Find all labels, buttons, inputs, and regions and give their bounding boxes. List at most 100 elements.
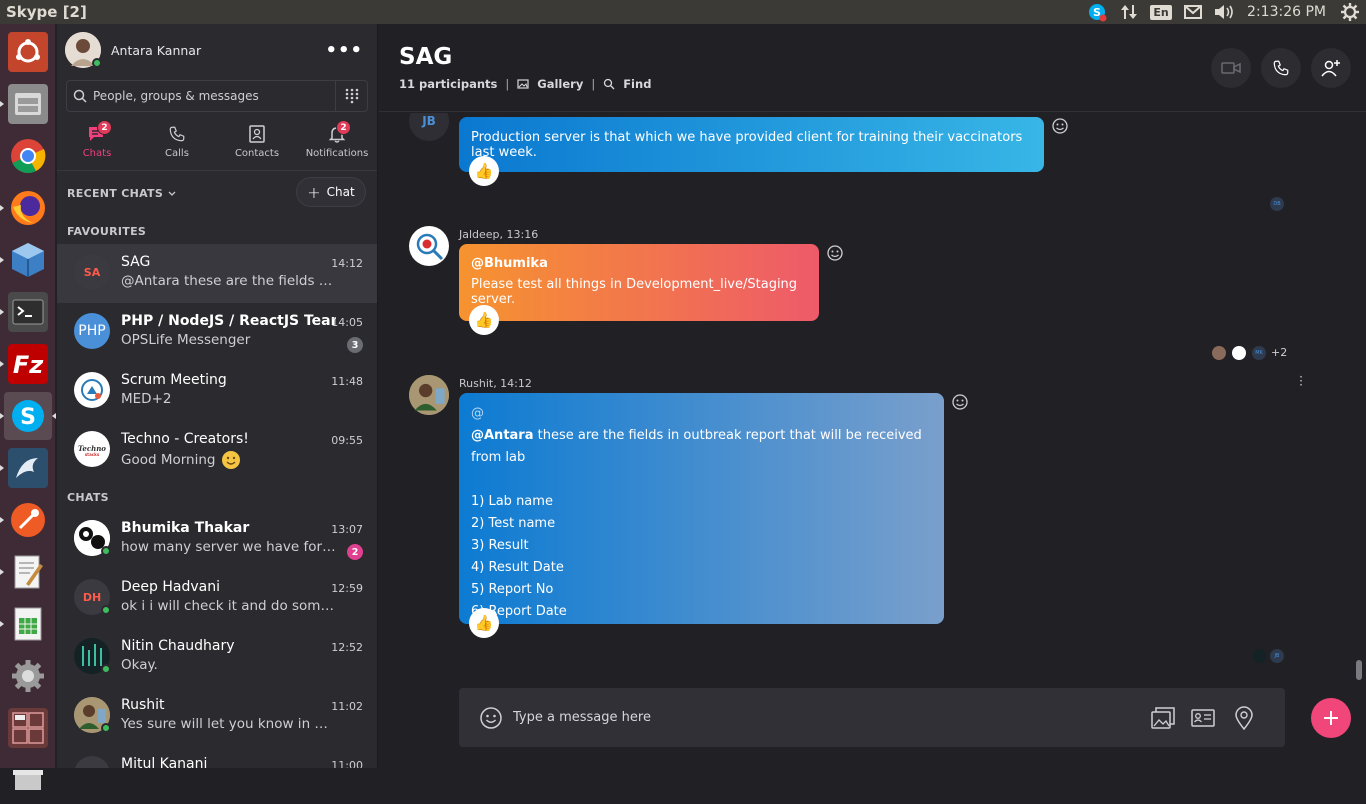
- tab-contacts[interactable]: Contacts: [217, 120, 297, 170]
- sender-name: Jaldeep, 13:16: [459, 228, 539, 241]
- profile-section[interactable]: Antara Kannar: [65, 32, 201, 68]
- network-icon[interactable]: [1113, 0, 1145, 24]
- thumbs-up-reaction-icon[interactable]: 👍: [469, 156, 499, 186]
- postman-icon[interactable]: [0, 496, 52, 544]
- chat-item-scrum-meeting[interactable]: Scrum Meeting MED+2 11:48: [57, 362, 377, 421]
- message-bubble[interactable]: Production server is that which we have …: [459, 117, 1044, 172]
- media-gallery-icon[interactable]: [1151, 706, 1175, 729]
- chat-time: 09:55: [331, 434, 363, 447]
- plus-icon: [1324, 711, 1338, 725]
- read-receipt-avatar: [1212, 346, 1226, 360]
- list-item: 1) Lab name: [471, 494, 553, 509]
- nav-divider: [57, 170, 377, 171]
- chat-preview: Okay.: [121, 657, 158, 673]
- message-text: Please test all things in Development_li…: [471, 277, 798, 307]
- ubuntu-logo-icon[interactable]: [4, 28, 52, 76]
- contact-card-icon[interactable]: [1191, 708, 1215, 728]
- chat-item-nitin-chaudhary[interactable]: Nitin Chaudhary Okay. 12:52: [57, 628, 377, 687]
- profile-avatar[interactable]: [65, 32, 102, 68]
- chat-time: 13:07: [331, 523, 363, 536]
- message-bubble[interactable]: @Bhumika Please test all things in Devel…: [459, 244, 819, 321]
- chat-item-techno-creators[interactable]: Techno stacks Techno - Creators! Good Mor…: [57, 421, 377, 480]
- audio-call-button[interactable]: [1261, 48, 1301, 88]
- chat-preview: Yes sure will let you know in 10 minutes: [121, 716, 336, 732]
- chat-item-mitul-kanani[interactable]: Mitul Kanani 11:00: [57, 746, 377, 768]
- chat-item-deep-hadvani[interactable]: DH Deep Hadvani ok i i will check it and …: [57, 569, 377, 628]
- mysql-workbench-icon[interactable]: [0, 444, 52, 492]
- tab-calls-label: Calls: [165, 148, 189, 159]
- conversation-title[interactable]: SAG: [399, 44, 452, 70]
- mention[interactable]: @Bhumika: [471, 256, 807, 271]
- chrome-icon[interactable]: [4, 132, 52, 180]
- search-input[interactable]: [93, 89, 333, 103]
- thumbs-up-reaction-icon[interactable]: 👍: [469, 305, 499, 335]
- add-participant-button[interactable]: [1311, 48, 1351, 88]
- clock[interactable]: 2:13:26 PM: [1241, 4, 1334, 20]
- seen-more-count: +2: [1271, 346, 1288, 359]
- video-camera-icon: [1221, 62, 1241, 74]
- add-reaction-icon[interactable]: [951, 393, 969, 411]
- read-receipt-avatar: [1232, 346, 1246, 360]
- emoji-picker-icon[interactable]: [479, 706, 503, 730]
- tab-calls[interactable]: Calls: [137, 120, 217, 170]
- list-item: 2) Test name: [471, 516, 556, 531]
- message-input[interactable]: [513, 710, 1113, 725]
- avatar-rushit[interactable]: [409, 375, 449, 415]
- system-settings-launcher-icon[interactable]: [4, 652, 52, 700]
- online-status-dot: [92, 58, 102, 68]
- search-box[interactable]: [66, 80, 368, 112]
- chat-item-bhumika-thakar[interactable]: Bhumika Thakar how many server we have fo…: [57, 510, 377, 569]
- chat-item-rushit[interactable]: Rushit Yes sure will let you know in 10 m…: [57, 687, 377, 746]
- chat-time: 12:59: [331, 582, 363, 595]
- plus-icon: +: [307, 182, 321, 202]
- video-call-button[interactable]: [1211, 48, 1251, 88]
- workspaces-icon[interactable]: [4, 704, 52, 752]
- location-pin-icon[interactable]: [1235, 705, 1253, 730]
- avatar-jaldeep[interactable]: [409, 226, 449, 266]
- chat-item-sag[interactable]: SA SAG @Antara these are the fields in ou…: [57, 244, 377, 303]
- avatar: [74, 638, 111, 674]
- tab-notifications-label: Notifications: [305, 148, 369, 159]
- message-list[interactable]: JB Production server is that which we ha…: [379, 113, 1366, 673]
- firefox-icon[interactable]: [0, 184, 52, 232]
- message-text: Production server is that which we have …: [471, 130, 1023, 160]
- svg-text:stacks: stacks: [85, 452, 100, 457]
- find-link[interactable]: Find: [623, 77, 651, 91]
- chat-time: 11:00: [331, 759, 363, 768]
- chat-item-php-team[interactable]: PHP PHP / NodeJS / ReactJS Team OPSLife M…: [57, 303, 377, 362]
- virtualbox-icon[interactable]: [0, 236, 52, 284]
- message-options-icon[interactable]: · · ·: [1297, 371, 1305, 391]
- chat-preview: how many server we have for sa...: [121, 539, 336, 555]
- trash-icon[interactable]: [4, 756, 52, 804]
- keyboard-language-icon[interactable]: En: [1145, 0, 1177, 24]
- add-content-button[interactable]: [1311, 698, 1351, 738]
- gallery-link[interactable]: Gallery: [537, 77, 583, 91]
- scrollbar-thumb[interactable]: [1356, 660, 1362, 680]
- dialpad-icon[interactable]: [335, 81, 367, 111]
- thumbs-up-reaction-icon[interactable]: 👍: [469, 608, 499, 638]
- tab-notifications[interactable]: 2 Notifications: [297, 120, 377, 170]
- mail-icon[interactable]: [1177, 0, 1209, 24]
- spreadsheet-icon[interactable]: [0, 600, 52, 648]
- recent-chats-dropdown[interactable]: RECENT CHATS: [67, 187, 177, 200]
- skype-tray-icon[interactable]: S: [1081, 0, 1113, 24]
- add-reaction-icon[interactable]: [826, 244, 844, 262]
- volume-icon[interactable]: [1209, 0, 1241, 24]
- more-options-icon[interactable]: •••: [325, 40, 363, 61]
- text-editor-icon[interactable]: [0, 548, 52, 596]
- chat-time: 11:02: [331, 700, 363, 713]
- participants-link[interactable]: 11 participants: [399, 77, 497, 91]
- system-settings-icon[interactable]: [1334, 0, 1366, 24]
- message-bubble[interactable]: @ @Antara these are the fields in outbre…: [459, 393, 944, 624]
- tab-chats[interactable]: 2 Chats: [57, 120, 137, 170]
- files-icon[interactable]: [0, 80, 52, 128]
- terminal-icon[interactable]: [0, 288, 52, 336]
- list-item: 4) Result Date: [471, 560, 564, 575]
- filezilla-icon[interactable]: Fz: [0, 340, 52, 388]
- mention[interactable]: @Antara: [471, 428, 534, 443]
- new-chat-button[interactable]: + Chat: [296, 177, 366, 207]
- avatar-jb[interactable]: JB: [409, 113, 449, 141]
- add-reaction-icon[interactable]: [1051, 117, 1069, 135]
- skype-launcher-icon[interactable]: S: [0, 392, 56, 440]
- skype-sidebar: Antara Kannar ••• 2 Chats Calls: [57, 24, 378, 768]
